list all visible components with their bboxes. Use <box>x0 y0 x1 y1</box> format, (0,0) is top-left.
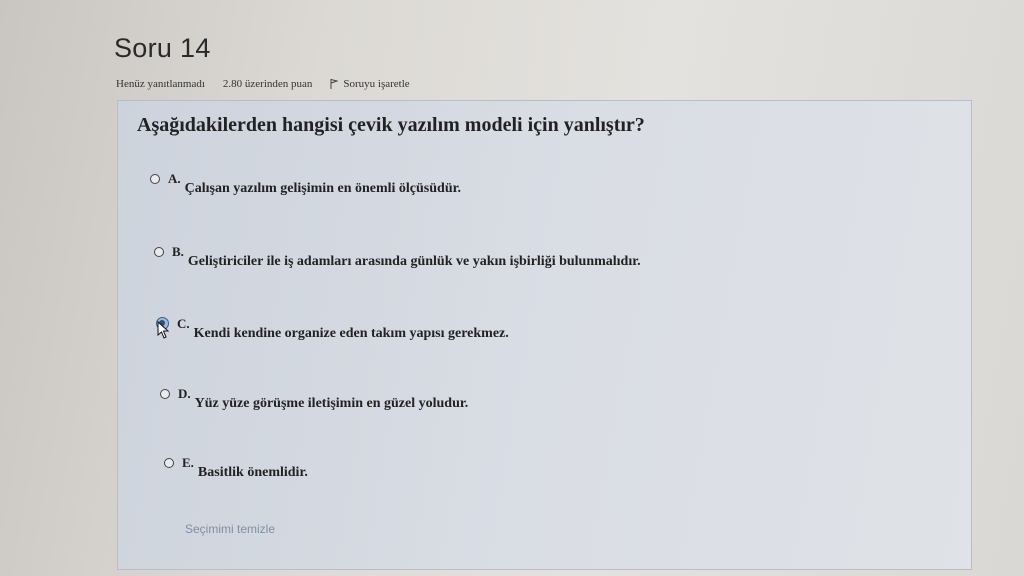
option-text: Çalışan yazılım gelişimin en önemli ölçü… <box>184 181 462 196</box>
option-letter: E. <box>182 455 194 470</box>
option-letter: C. <box>177 316 190 331</box>
option-b[interactable]: B. Geliştiriciler ile iş adamları arasın… <box>154 244 641 270</box>
option-e[interactable]: E. Basitlik önemlidir. <box>164 455 308 481</box>
option-d[interactable]: D. Yüz yüze görüşme iletişimin en güzel … <box>160 386 468 412</box>
screen: Soru 14 Henüz yanıtlanmadı 2.80 üzerinde… <box>0 0 1024 576</box>
option-text: Basitlik önemlidir. <box>197 465 308 480</box>
option-letter: A. <box>168 171 181 186</box>
answer-status: Henüz yanıtlanmadı <box>116 78 205 90</box>
radio-button[interactable] <box>160 389 170 399</box>
option-a[interactable]: A. Çalışan yazılım gelişimin en önemli ö… <box>150 171 461 197</box>
flag-question-label: Soruyu işaretle <box>343 78 410 90</box>
option-letter: B. <box>172 244 184 259</box>
option-letter: D. <box>178 386 191 401</box>
question-title: Soru 14 <box>114 33 211 63</box>
flag-icon <box>330 79 339 89</box>
radio-button[interactable] <box>150 174 160 184</box>
option-c[interactable]: C. Kendi kendine organize eden takım yap… <box>156 316 509 342</box>
question-meta: Henüz yanıtlanmadı 2.80 üzerinden puan S… <box>116 78 410 90</box>
radio-button[interactable] <box>164 458 174 468</box>
clear-selection-link[interactable]: Seçimimi temizle <box>185 522 275 536</box>
points-info: 2.80 üzerinden puan <box>222 78 313 90</box>
mouse-pointer-icon <box>157 321 170 339</box>
option-text: Geliştiriciler ile iş adamları arasında … <box>187 254 641 269</box>
question-text: Aşağıdakilerden hangisi çevik yazılım mo… <box>137 114 645 136</box>
option-text: Kendi kendine organize eden takım yapısı… <box>193 326 509 341</box>
flag-question-link[interactable]: Soruyu işaretle <box>330 78 410 90</box>
radio-button[interactable] <box>154 247 164 257</box>
option-text: Yüz yüze görüşme iletişimin en güzel yol… <box>194 396 469 411</box>
